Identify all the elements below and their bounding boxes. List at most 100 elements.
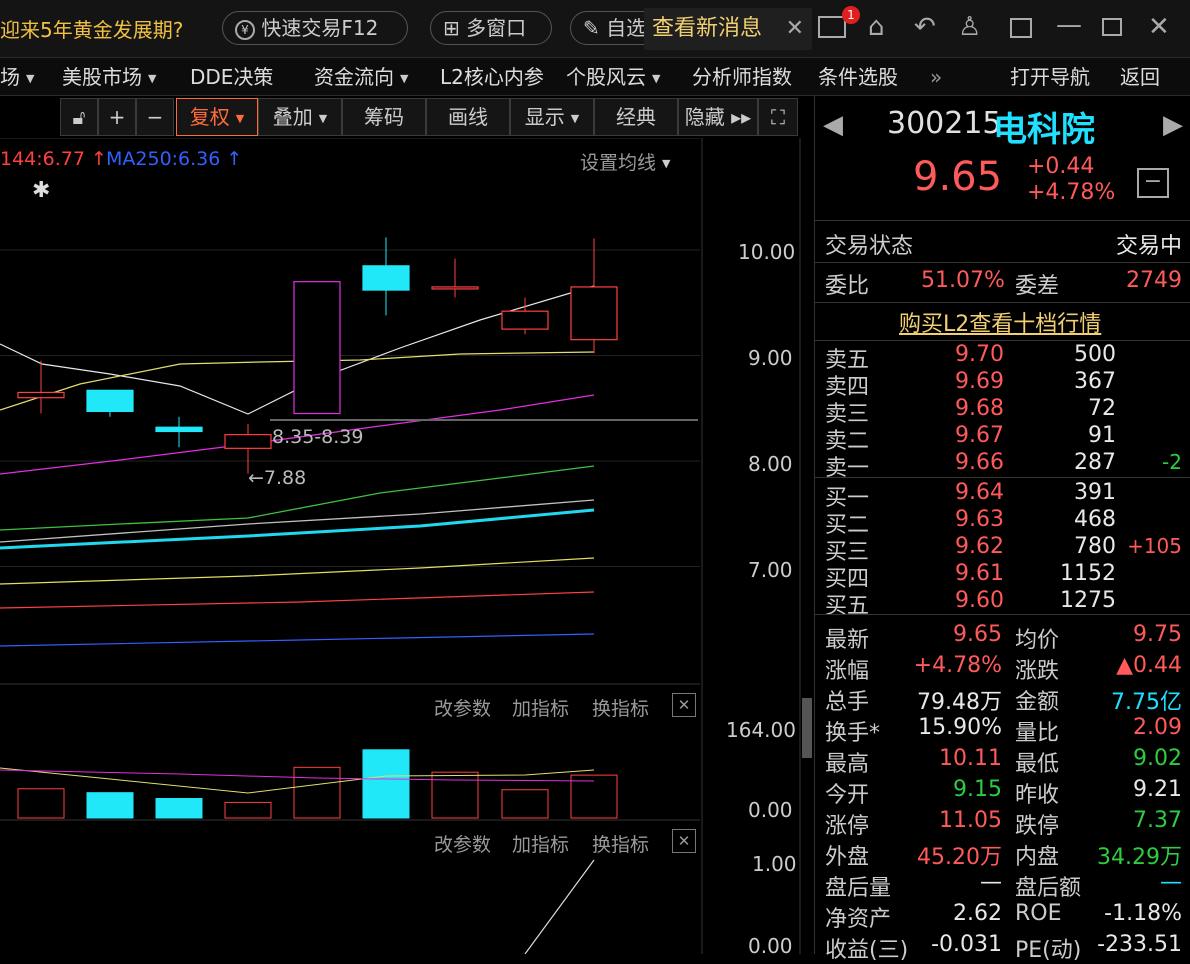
candle-body[interactable] <box>155 426 203 433</box>
hide-button[interactable]: 隐藏 ▸▸ <box>678 98 758 136</box>
maximize-icon[interactable] <box>1102 18 1122 36</box>
stat-value: 2.62 <box>953 901 1002 926</box>
candle-body[interactable] <box>362 265 410 291</box>
ind-tick: 1.00 <box>752 852 797 876</box>
stat-label: 换手* <box>825 721 881 746</box>
ind-add-indicator-button[interactable]: 加指标 <box>512 830 569 857</box>
menu-back[interactable]: 返回 <box>1120 58 1160 96</box>
fullscreen-icon[interactable]: ⛶ <box>758 98 798 136</box>
display-button[interactable]: 显示 ▼ <box>510 98 594 136</box>
ind-params-button[interactable]: 改参数 <box>434 830 491 857</box>
stat-label: 最高 <box>825 752 870 777</box>
candle-body[interactable] <box>17 391 65 399</box>
multi-window-button[interactable]: ⊞ 多窗口 <box>430 11 552 45</box>
volume-bar[interactable] <box>224 801 272 819</box>
menu-fund-flow[interactable]: 资金流向 ▼ <box>314 58 408 96</box>
y-tick: 7.00 <box>748 558 793 582</box>
menu-stock-news[interactable]: 个股风云 ▼ <box>566 58 660 96</box>
stat-value: -233.51 <box>1097 932 1182 957</box>
candle-body[interactable] <box>570 286 618 341</box>
menu-l2[interactable]: L2核心内参 <box>440 58 544 96</box>
overlay-button[interactable]: 叠加 ▼ <box>258 98 342 136</box>
ind-switch-indicator-button[interactable]: 换指标 <box>592 830 649 857</box>
event-marker-icon[interactable]: ✱ <box>32 178 50 203</box>
buy-l2-link[interactable]: 购买L2查看十档行情 <box>899 306 1101 338</box>
collapse-icon[interactable]: − <box>1137 168 1169 198</box>
stat-label: 均价 <box>1015 628 1060 653</box>
close-icon[interactable]: ✕ <box>672 693 696 717</box>
menu-more[interactable]: » <box>930 58 942 96</box>
panel-collapse-handle[interactable] <box>802 698 812 758</box>
candle-body[interactable] <box>224 434 272 449</box>
next-stock-icon[interactable]: ▶ <box>1163 110 1183 140</box>
ask-level-price[interactable]: 9.66 <box>955 450 1004 475</box>
volume-bar[interactable] <box>155 798 203 819</box>
quick-trade-button[interactable]: ¥ 快速交易F12 <box>222 11 408 45</box>
volume-bar[interactable] <box>293 766 341 819</box>
new-message-notice[interactable]: 查看新消息 ✕ <box>644 8 812 50</box>
bid-level-price[interactable]: 9.63 <box>955 507 1004 532</box>
candle-body[interactable] <box>293 281 341 415</box>
prev-stock-icon[interactable]: ◀ <box>823 110 843 140</box>
menu-analyst[interactable]: 分析师指数 <box>692 58 792 96</box>
ma144-label: 144:6.77 ↑ <box>0 148 107 170</box>
volume-bar[interactable] <box>431 771 479 819</box>
ask-level-price[interactable]: 9.70 <box>955 342 1004 367</box>
weibi-value: 51.07% <box>921 268 1005 293</box>
close-window-icon[interactable]: ✕ <box>1148 12 1170 42</box>
draw-line-button[interactable]: 画线 <box>426 98 510 136</box>
weicha-label: 委差 <box>1015 274 1060 299</box>
candle-body[interactable] <box>431 286 479 290</box>
skin-icon[interactable]: ♙ <box>958 12 981 42</box>
lock-icon[interactable]: 🔓︎ <box>60 98 98 136</box>
ask-level-price[interactable]: 9.68 <box>955 396 1004 421</box>
mail-icon[interactable] <box>818 16 846 38</box>
volume-bar[interactable] <box>570 774 618 819</box>
menu-dde[interactable]: DDE决策 <box>190 58 273 96</box>
stat-label: 涨幅 <box>825 659 870 684</box>
menu-us-stocks[interactable]: 美股市场 ▼ <box>62 58 156 96</box>
chips-button[interactable]: 筹码 <box>342 98 426 136</box>
menu-screener[interactable]: 条件选股 <box>818 58 898 96</box>
classic-button[interactable]: 经典 <box>594 98 678 136</box>
stat-value: 45.20万 <box>917 845 1002 870</box>
stat-value: 9.21 <box>1133 777 1182 802</box>
ma-line-6 <box>0 557 595 585</box>
stat-value: 79.48万 <box>917 690 1002 715</box>
restore-window-icon[interactable] <box>1010 18 1032 38</box>
zoom-in-icon[interactable]: + <box>98 98 136 136</box>
zoom-out-icon[interactable]: − <box>136 98 174 136</box>
minimize-icon[interactable]: — <box>1056 10 1082 40</box>
bid-level-price[interactable]: 9.60 <box>955 588 1004 613</box>
menu-market[interactable]: 场 ▼ <box>0 58 34 96</box>
close-icon[interactable]: ✕ <box>672 829 696 853</box>
vol-params-button[interactable]: 改参数 <box>434 694 491 721</box>
bid-level-price[interactable]: 9.61 <box>955 561 1004 586</box>
ask-level-volume: 287 <box>1074 450 1116 475</box>
fuquan-button[interactable]: 复权 ▼ <box>176 98 258 136</box>
vol-add-indicator-button[interactable]: 加指标 <box>512 694 569 721</box>
ask-level-price[interactable]: 9.69 <box>955 369 1004 394</box>
volume-bar[interactable] <box>362 749 410 819</box>
bid-level-price[interactable]: 9.62 <box>955 534 1004 559</box>
undo-icon[interactable]: ↶ <box>914 12 936 42</box>
volume-bar[interactable] <box>501 789 549 819</box>
y-tick: 9.00 <box>748 346 793 370</box>
stat-value: 7.75亿 <box>1111 690 1182 715</box>
ask-level-volume: 72 <box>1088 396 1116 421</box>
bid-level-volume: 468 <box>1074 507 1116 532</box>
vol-switch-indicator-button[interactable]: 换指标 <box>592 694 649 721</box>
stat-label: ROE <box>1015 901 1062 926</box>
ma-line-4 <box>0 499 595 543</box>
candle-body[interactable] <box>86 389 134 413</box>
home-icon[interactable]: ⌂ <box>868 12 885 42</box>
volume-bar[interactable] <box>17 788 65 819</box>
volume-bar[interactable] <box>86 792 134 819</box>
close-icon[interactable]: ✕ <box>786 8 804 50</box>
bid-level-price[interactable]: 9.64 <box>955 480 1004 505</box>
candle-body[interactable] <box>501 310 549 330</box>
news-ticker[interactable]: 迎来5年黄金发展期? <box>0 14 183 43</box>
menu-open-nav[interactable]: 打开导航 <box>1010 58 1090 96</box>
set-ma-button[interactable]: 设置均线 ▼ <box>580 148 670 175</box>
ask-level-price[interactable]: 9.67 <box>955 423 1004 448</box>
